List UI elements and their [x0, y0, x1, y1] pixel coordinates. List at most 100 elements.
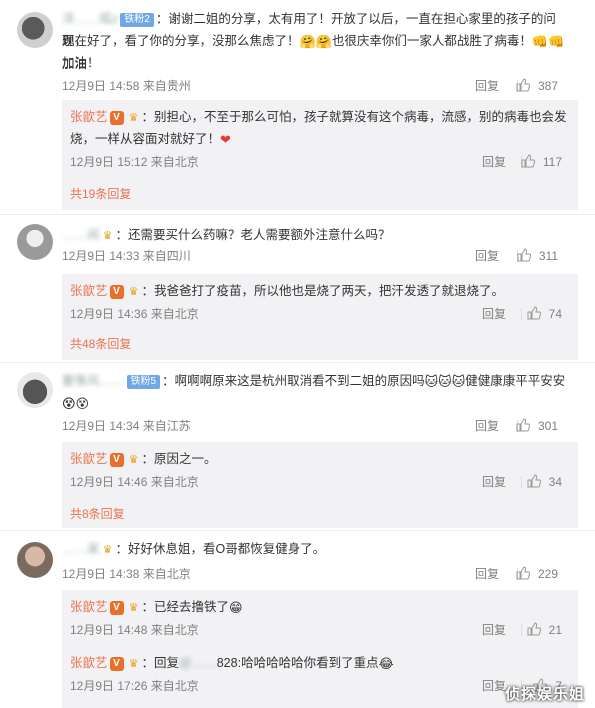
- thumbs-up-icon: [527, 622, 541, 636]
- comment-text-line2: 😵😵: [62, 392, 575, 415]
- thumbs-up-icon: [516, 78, 530, 92]
- reply-text: 张歆艺 V ♛ ：原因之一。: [70, 448, 568, 470]
- reply-body: 828:哈哈哈哈哈你看到了重点: [216, 656, 379, 670]
- view-more-replies-link[interactable]: 共8条回复: [70, 504, 125, 524]
- like-count: 34: [548, 475, 562, 489]
- like-count: 311: [538, 249, 558, 263]
- timestamp: 12月9日 15:12 来自北京: [70, 155, 199, 169]
- thumbs-up-icon: [527, 306, 541, 320]
- reply-body: ：我爸爸打了疫苗，所以他也是烧了两天，把汗发透了就退烧了。: [141, 284, 505, 298]
- comment-body-part: 也很庆幸你们一家人都战胜了病毒！: [331, 34, 532, 48]
- username[interactable]: 要等风……: [62, 374, 125, 388]
- reply-text: 张歆艺 V ♛ ：我爸爸打了疫苗，所以他也是烧了两天，把汗发透了就退烧了。: [70, 280, 568, 302]
- like-count: 117: [542, 155, 562, 169]
- like-button[interactable]: 301: [516, 416, 558, 436]
- crown-icon: ♛: [128, 657, 139, 670]
- timestamp: 12月9日 14:48 来自北京: [70, 623, 199, 637]
- username[interactable]: 洋……呱z: [62, 12, 118, 26]
- comment-body: ：还需要买什么药嘛？老人需要额外注意什么吗？: [115, 228, 391, 242]
- username[interactable]: 张歆艺: [70, 452, 108, 466]
- comment-meta: 12月9日 14:58 来自贵州 回复 387: [62, 76, 575, 96]
- reply-button[interactable]: 回复: [482, 304, 506, 324]
- comment-body-part: 健健康康平平安安: [465, 374, 566, 388]
- reply-text: 张歆艺 V ♛ ：已经去撸铁了😁: [70, 596, 568, 619]
- like-button[interactable]: 311: [517, 246, 558, 266]
- watermark: 侦探娱乐姐: [504, 686, 585, 703]
- like-button[interactable]: 117: [521, 152, 562, 172]
- reply-body: ：原因之一。: [141, 452, 217, 466]
- crown-icon: ♛: [102, 229, 113, 242]
- comment-text: ……呆 ♛ ：好好休息姐，看O哥都恢复健身了。: [62, 538, 575, 560]
- crown-icon: ♛: [128, 285, 139, 298]
- verified-v-icon: V: [109, 452, 124, 467]
- username[interactable]: 张歆艺: [70, 600, 108, 614]
- comment-text-line3: 加油！: [62, 52, 575, 74]
- reply-text-line2: 烧，一样从容面对就好了！❤: [70, 128, 568, 151]
- reply-box: 张歆艺 V ♛ ：别担心，不至于那么可怕，孩子就算没有这个病毒，流感，别的病毒也会发 …: [62, 100, 578, 210]
- grin-emoji-icon: 😁: [229, 599, 243, 615]
- verified-v-icon: V: [109, 656, 124, 671]
- divider: [0, 214, 595, 215]
- username[interactable]: ……呆: [62, 542, 100, 556]
- reply-meta: 12月9日 14:36 来自北京 回复 74: [70, 304, 568, 324]
- verified-v-icon: V: [109, 600, 124, 615]
- verified-v-icon: V: [109, 284, 124, 299]
- like-button[interactable]: 229: [516, 564, 558, 584]
- cat-emoji-icon: 🐱🐱🐱: [424, 373, 466, 389]
- avatar[interactable]: [17, 542, 53, 578]
- comment-body: ：好好休息姐，看O哥都恢复健身了。: [115, 542, 326, 556]
- thumbs-up-icon: [521, 154, 535, 168]
- heart-icon: ❤: [220, 131, 231, 147]
- reply-body: ：回复: [141, 656, 180, 670]
- username[interactable]: 张歆艺: [70, 110, 108, 124]
- comment-meta: 12月9日 14:33 来自四川 回复 311: [62, 246, 575, 266]
- comment-meta: 12月9日 14:34 来自江苏 回复 301: [62, 416, 575, 436]
- reply-button[interactable]: 回复: [482, 152, 506, 172]
- thumbs-up-icon: [517, 248, 531, 262]
- reply-meta: 12月9日 14:48 来自北京 回复 21: [70, 620, 568, 640]
- comment-body-part: 现在好了，看了你的分享，没那么焦虑了！: [62, 34, 300, 48]
- view-more-replies-link[interactable]: 共19条回复: [70, 184, 131, 204]
- like-count: 74: [548, 307, 562, 321]
- like-button[interactable]: 21: [527, 620, 562, 640]
- thumbs-up-icon: [516, 566, 530, 580]
- like-button[interactable]: 34: [527, 472, 562, 492]
- username[interactable]: 张歆艺: [70, 656, 108, 670]
- reply-meta: 12月9日 17:26 来自北京 回复 7: [70, 676, 568, 696]
- comment-meta: 12月9日 14:38 来自北京 回复 229: [62, 564, 575, 584]
- timestamp: 12月9日 14:33 来自四川: [62, 249, 191, 263]
- reply-body: 烧，一样从容面对就好了！: [70, 132, 221, 146]
- verified-v-icon: V: [109, 110, 124, 125]
- like-count: 387: [537, 79, 558, 93]
- mention-link[interactable]: @……: [179, 656, 217, 670]
- reply-button[interactable]: 回复: [475, 564, 499, 584]
- divider: [521, 624, 522, 636]
- hug-emoji-icon: 🤗🤗: [299, 33, 332, 49]
- reply-box: 张歆艺 V ♛ ：已经去撸铁了😁 12月9日 14:48 来自北京 回复 21 张歆艺…: [62, 590, 578, 708]
- like-count: 21: [548, 623, 562, 637]
- avatar[interactable]: [17, 224, 53, 260]
- comment-body: ：啊啊啊原来这是杭州取消看不到二姐的原因吗: [162, 374, 425, 388]
- divider: [0, 362, 595, 363]
- cheer-emoji-icon: 😵😵: [62, 395, 90, 411]
- comment-text: ……间 ♛ ：还需要买什么药嘛？老人需要额外注意什么吗？: [62, 224, 575, 246]
- reply-button[interactable]: 回复: [475, 76, 499, 96]
- timestamp: 12月9日 14:38 来自北京: [62, 567, 191, 581]
- avatar[interactable]: [17, 12, 53, 48]
- reply-button[interactable]: 回复: [482, 472, 506, 492]
- reply-button[interactable]: 回复: [482, 676, 506, 696]
- avatar[interactable]: [17, 372, 53, 408]
- timestamp: 12月9日 14:58 来自贵州: [62, 79, 191, 93]
- timestamp: 12月9日 17:26 来自北京: [70, 679, 199, 693]
- username[interactable]: 张歆艺: [70, 284, 108, 298]
- fan-badge: 铁粉2: [120, 12, 154, 27]
- view-more-replies-link[interactable]: 共48条回复: [70, 334, 131, 354]
- reply-button[interactable]: 回复: [475, 416, 499, 436]
- like-count: 301: [537, 419, 558, 433]
- crown-icon: ♛: [128, 453, 139, 466]
- like-button[interactable]: 74: [527, 304, 562, 324]
- username[interactable]: ……间: [62, 228, 100, 242]
- reply-button[interactable]: 回复: [475, 246, 499, 266]
- reply-button[interactable]: 回复: [482, 620, 506, 640]
- like-button[interactable]: 387: [516, 76, 558, 96]
